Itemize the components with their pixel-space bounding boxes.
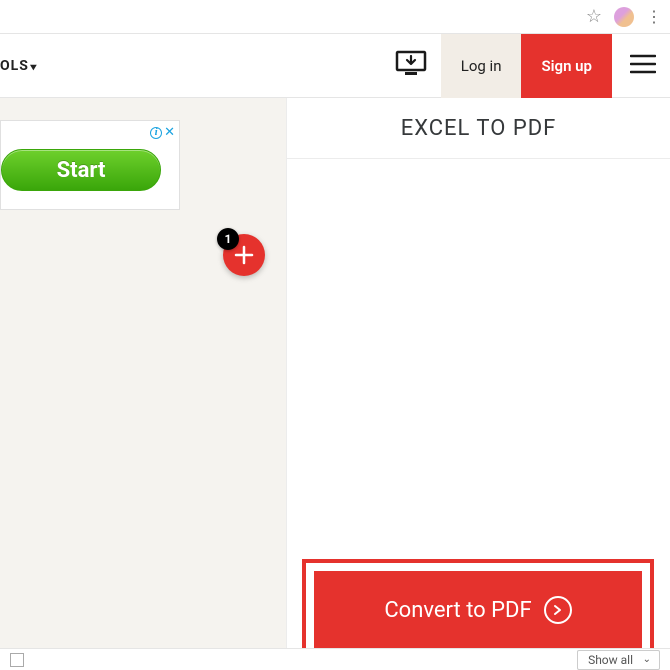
hamburger-menu-icon[interactable]: [630, 54, 656, 78]
ad-controls: i ✕: [150, 125, 175, 140]
download-bar: Show all ⌄: [0, 648, 670, 670]
ad-info-icon[interactable]: i: [150, 127, 162, 139]
tools-label: OLS: [0, 58, 29, 74]
kebab-menu-icon[interactable]: ⋮: [646, 7, 660, 26]
tools-dropdown[interactable]: OLS▾: [0, 58, 37, 74]
browser-toolbar: ☆ ⋮: [0, 0, 670, 34]
convert-highlight-box: Convert to PDF: [302, 559, 654, 661]
chevron-down-icon: ⌄: [643, 654, 651, 665]
profile-avatar-icon[interactable]: [614, 7, 634, 27]
caret-down-icon: ▾: [30, 62, 37, 73]
desktop-download-icon[interactable]: [395, 50, 427, 82]
left-panel: i ✕ Start 1: [0, 98, 287, 670]
login-button[interactable]: Log in: [441, 34, 522, 98]
convert-label: Convert to PDF: [384, 598, 531, 623]
plus-icon: [234, 245, 254, 265]
file-count-badge: 1: [217, 228, 239, 250]
bookmark-star-icon[interactable]: ☆: [586, 6, 602, 27]
convert-to-pdf-button[interactable]: Convert to PDF: [314, 571, 642, 649]
ad-container: i ✕ Start: [0, 120, 180, 210]
ad-close-icon[interactable]: ✕: [164, 125, 175, 140]
page-title: EXCEL TO PDF: [287, 98, 670, 159]
download-item-icon[interactable]: [10, 653, 24, 667]
right-panel: EXCEL TO PDF Convert to PDF: [287, 98, 670, 670]
arrow-right-circle-icon: [544, 596, 572, 624]
ad-start-button[interactable]: Start: [1, 149, 161, 191]
signup-button[interactable]: Sign up: [521, 34, 612, 98]
add-file-button[interactable]: 1: [223, 234, 265, 276]
app-header: OLS▾ Log in Sign up: [0, 34, 670, 98]
show-all-button[interactable]: Show all ⌄: [577, 650, 660, 670]
